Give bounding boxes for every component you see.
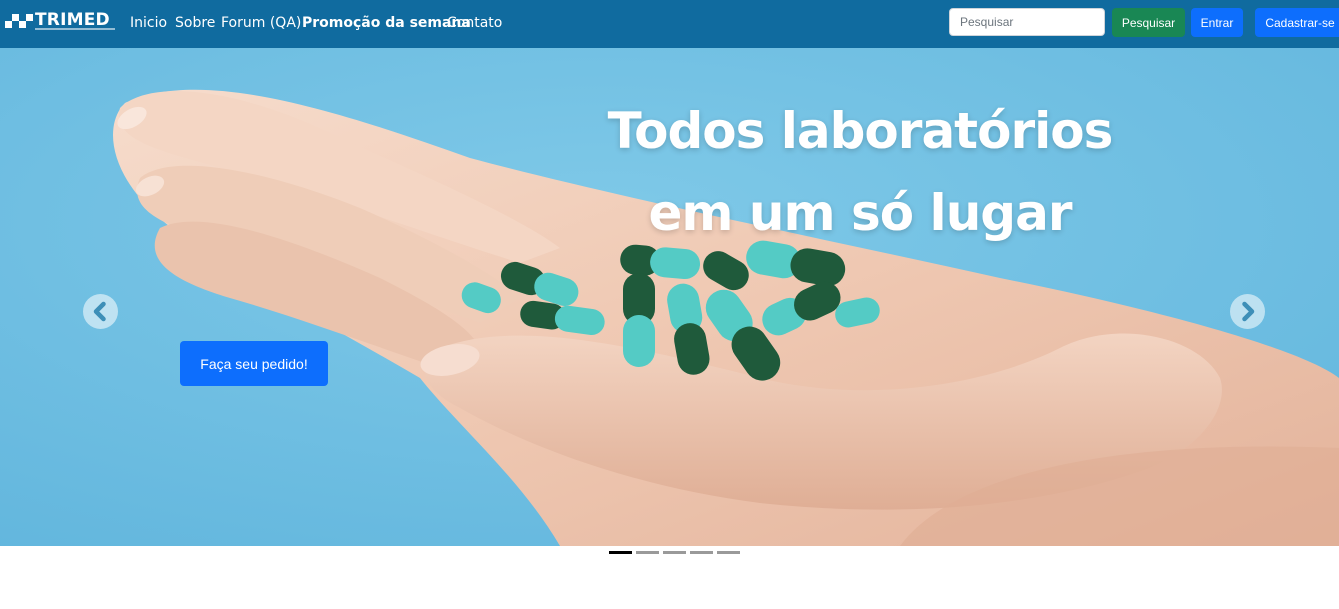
nav-link-forum[interactable]: Forum (QA)	[221, 14, 301, 32]
carousel-indicator[interactable]	[690, 551, 713, 554]
navbar: TRIMED Inicio Sobre Forum (QA) Promoção …	[0, 0, 1339, 48]
login-button[interactable]: Entrar	[1191, 8, 1243, 37]
logo-square-icon	[26, 14, 33, 21]
nav-link-contato[interactable]: Contato	[447, 14, 502, 32]
brand-tagline	[35, 28, 115, 30]
signup-button[interactable]: Cadastrar-se	[1255, 8, 1339, 37]
logo-square-icon	[19, 21, 26, 28]
nav-link-inicio[interactable]: Inicio	[130, 14, 167, 32]
chevron-left-icon	[93, 301, 106, 322]
logo-square-icon	[12, 14, 19, 21]
carousel-indicator[interactable]	[636, 551, 659, 554]
hero-headline: Todos laboratórios em um só lugar	[560, 90, 1160, 254]
carousel-next-button[interactable]	[1230, 294, 1265, 329]
chevron-right-icon	[1242, 301, 1255, 322]
search-input[interactable]	[949, 8, 1105, 36]
search-button[interactable]: Pesquisar	[1112, 8, 1185, 37]
brand-logo[interactable]: TRIMED	[5, 11, 115, 33]
carousel-indicator[interactable]	[663, 551, 686, 554]
hero-carousel: Todos laboratórios em um só lugar Faça s…	[0, 48, 1339, 546]
nav-link-promocao[interactable]: Promoção da semana	[302, 14, 471, 32]
order-button[interactable]: Faça seu pedido!	[180, 341, 328, 386]
carousel-indicator[interactable]	[609, 551, 632, 554]
hero-headline-line1: Todos laboratórios	[607, 102, 1114, 160]
hero-headline-line2: em um só lugar	[648, 184, 1073, 242]
logo-square-icon	[5, 21, 12, 28]
nav-link-sobre[interactable]: Sobre	[175, 14, 215, 32]
carousel-indicator[interactable]	[717, 551, 740, 554]
carousel-prev-button[interactable]	[83, 294, 118, 329]
